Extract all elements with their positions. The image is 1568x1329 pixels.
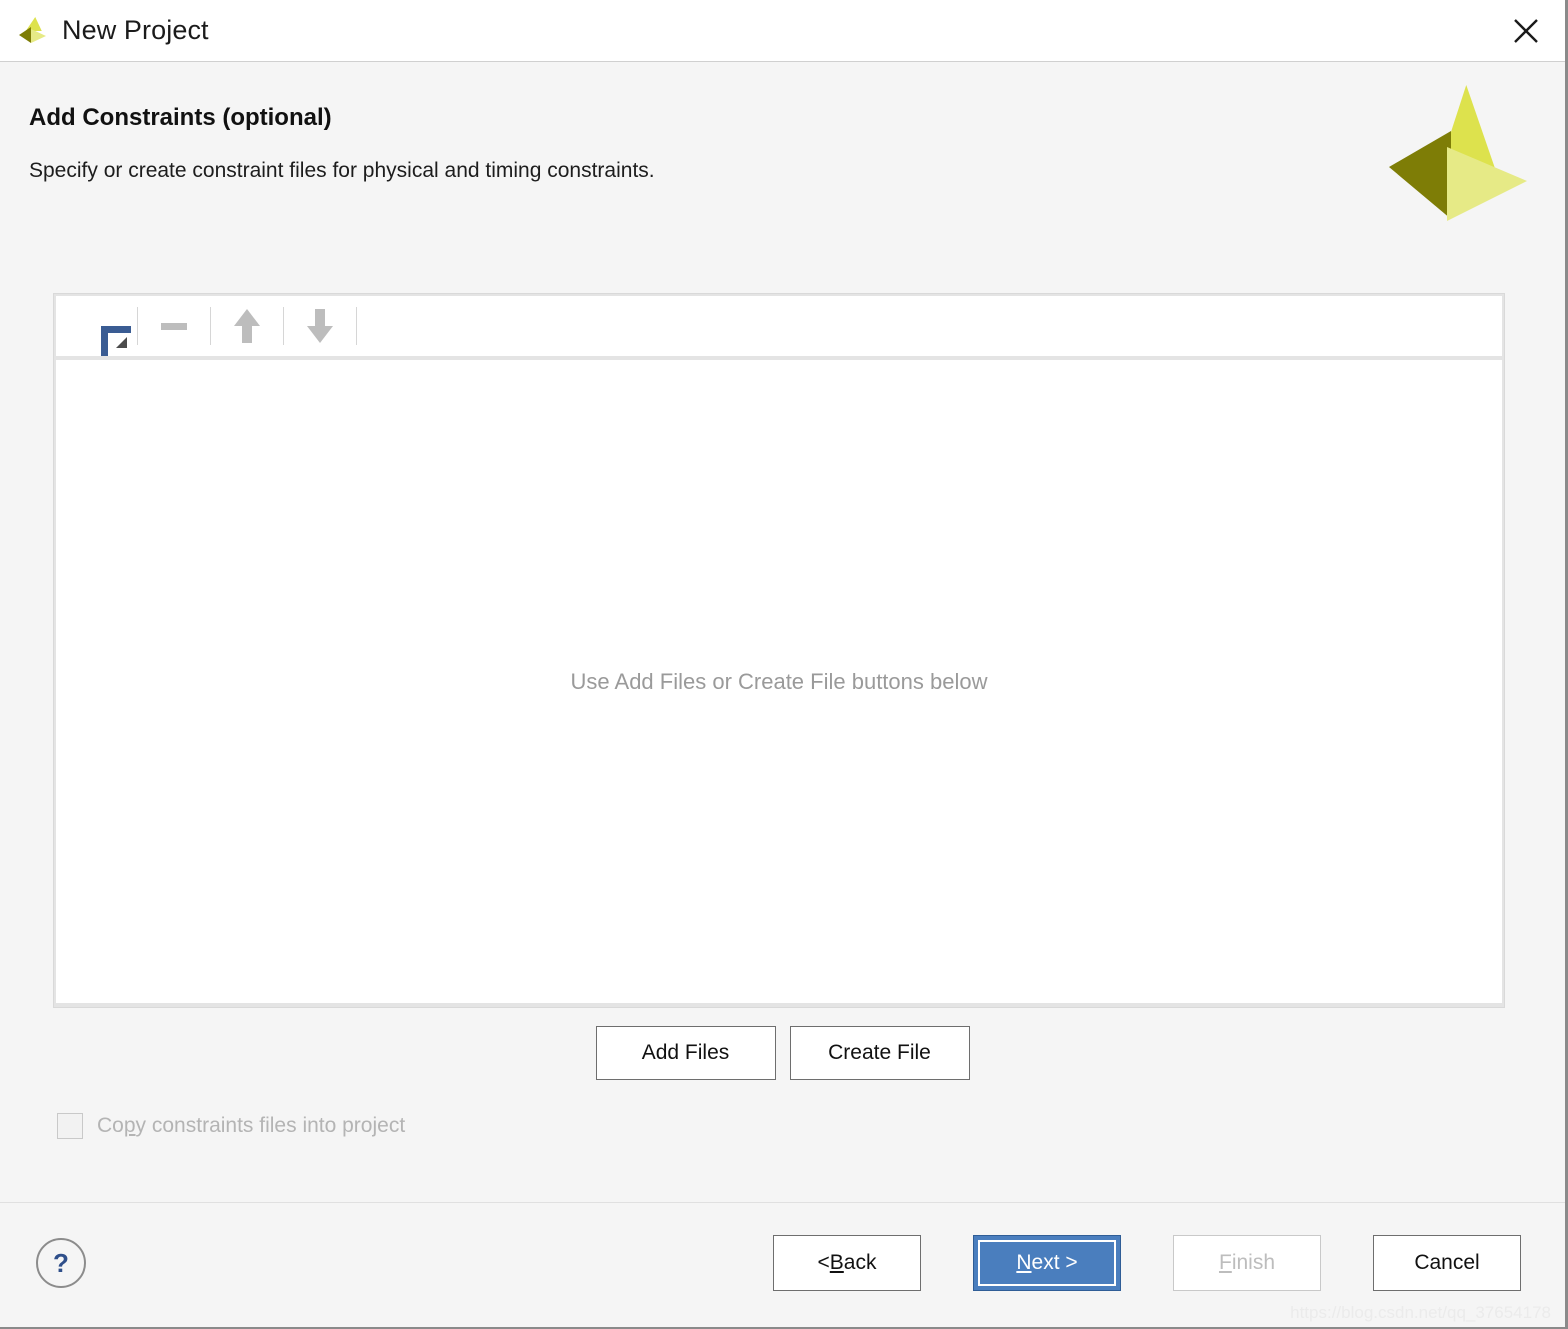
close-icon[interactable] xyxy=(1503,8,1549,54)
next-button[interactable]: Next > xyxy=(973,1235,1121,1291)
xilinx-logo-icon xyxy=(18,16,48,46)
remove-constraint-button[interactable] xyxy=(151,304,197,348)
empty-list-message: Use Add Files or Create File buttons bel… xyxy=(570,668,988,694)
constraints-file-list[interactable]: Use Add Files or Create File buttons bel… xyxy=(56,360,1502,1003)
copy-constraints-checkbox-row[interactable]: Copy constraints files into project xyxy=(57,1113,405,1139)
footer: ? < Back Next > Finish Cancel https://bl… xyxy=(0,1203,1565,1327)
finish-button: Finish xyxy=(1173,1235,1321,1291)
back-button[interactable]: < Back xyxy=(773,1235,921,1291)
file-button-row: Add Files Create File xyxy=(0,1026,1565,1080)
move-up-button[interactable] xyxy=(224,304,270,348)
xilinx-brand-logo-icon xyxy=(1387,85,1527,235)
minus-icon xyxy=(161,322,187,330)
toolbar-separator xyxy=(356,307,357,345)
navigation-buttons: < Back Next > Finish Cancel xyxy=(773,1235,1521,1291)
page-subtitle: Specify or create constraint files for p… xyxy=(29,159,655,182)
arrow-down-icon xyxy=(307,309,333,343)
move-down-button[interactable] xyxy=(297,304,343,348)
help-button[interactable]: ? xyxy=(36,1238,86,1288)
panel-toolbar xyxy=(56,296,1502,356)
toolbar-separator xyxy=(210,307,211,345)
create-file-button[interactable]: Create File xyxy=(789,1026,970,1080)
constraints-panel: Use Add Files or Create File buttons bel… xyxy=(53,293,1505,1008)
copy-constraints-label: Copy constraints files into project xyxy=(97,1114,406,1137)
window-title: New Project xyxy=(62,15,209,45)
page-title: Add Constraints (optional) xyxy=(29,104,332,131)
cancel-button[interactable]: Cancel xyxy=(1373,1235,1521,1291)
copy-constraints-checkbox[interactable] xyxy=(57,1113,83,1139)
toolbar-separator xyxy=(137,307,138,345)
toolbar-separator xyxy=(283,307,284,345)
add-files-button[interactable]: Add Files xyxy=(595,1026,776,1080)
new-project-dialog: New Project Add Constraints (optional) S… xyxy=(0,0,1568,1329)
watermark: https://blog.csdn.net/qq_37654178 xyxy=(1290,1303,1551,1322)
title-bar: New Project xyxy=(0,0,1565,62)
add-constraint-button[interactable] xyxy=(78,304,131,356)
header-area: Add Constraints (optional) Specify or cr… xyxy=(0,63,1565,278)
arrow-up-icon xyxy=(234,309,260,343)
